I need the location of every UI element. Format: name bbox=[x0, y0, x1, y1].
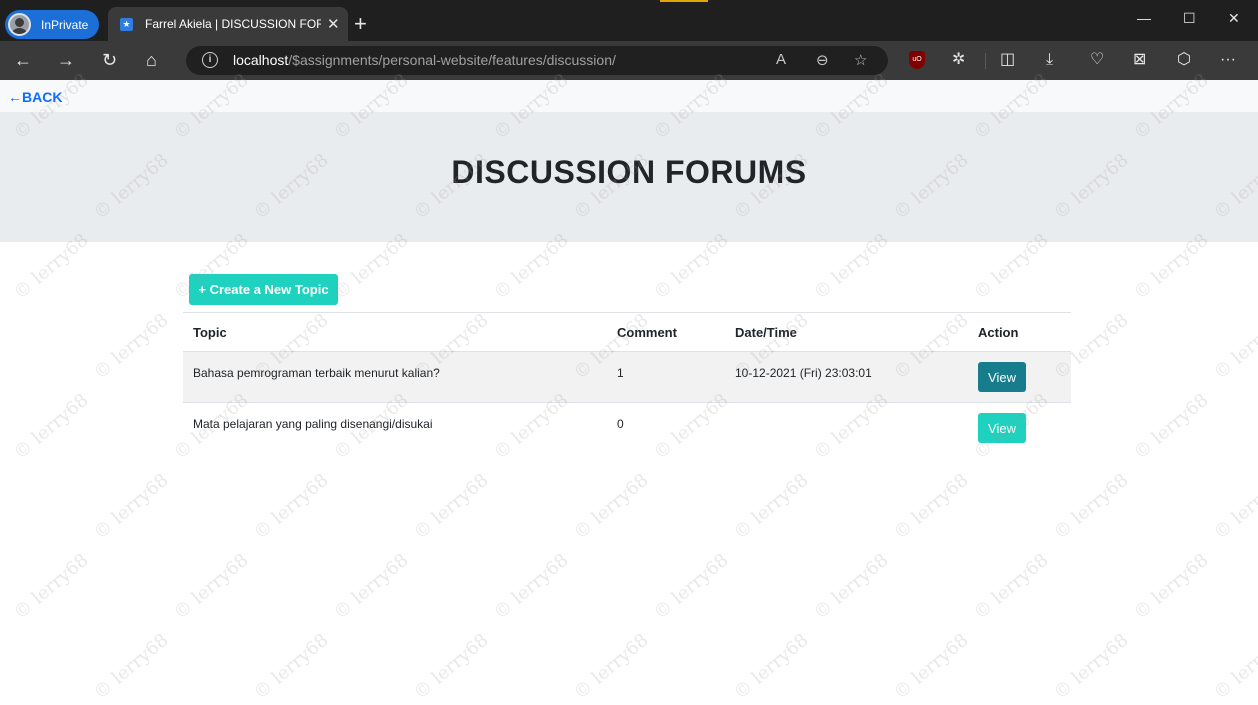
table-header-row: Topic Comment Date/Time Action bbox=[183, 312, 1071, 352]
star-icon: ★ bbox=[120, 17, 133, 31]
window-close-icon[interactable]: ✕ bbox=[1228, 10, 1240, 27]
more-menu-icon[interactable]: ··· bbox=[1220, 51, 1236, 69]
download-icon[interactable]: ⤓ bbox=[1046, 51, 1053, 69]
topic-cell: Mata pelajaran yang paling disenangi/dis… bbox=[193, 417, 433, 431]
header-datetime: Date/Time bbox=[725, 312, 968, 352]
shield-extension-icon[interactable]: ⬡ bbox=[1177, 51, 1191, 69]
ublock-extension-icon[interactable]: uO bbox=[909, 51, 925, 69]
home-icon[interactable]: ⌂ bbox=[146, 49, 157, 71]
refresh-icon[interactable]: ↻ bbox=[102, 49, 117, 71]
split-screen-icon[interactable]: ◫ bbox=[1000, 51, 1015, 69]
topics-table: Topic Comment Date/Time Action Bahasa pe… bbox=[183, 312, 1071, 454]
browser-toolbar: ← → ↻ ⌂ i localhost/$assignments/persona… bbox=[0, 41, 1258, 80]
tab-bar: InPrivate ★ Farrel Akiela | DISCUSSION F… bbox=[0, 0, 1258, 41]
view-button[interactable]: View bbox=[978, 413, 1026, 443]
action-cell: View bbox=[968, 403, 1071, 454]
page-title: DISCUSSION FORUMS bbox=[451, 154, 807, 190]
back-link[interactable]: ←BACK bbox=[8, 89, 62, 105]
toolbar-divider bbox=[985, 53, 986, 69]
back-bar: ←BACK bbox=[0, 80, 1258, 112]
tab-close-icon[interactable]: ✕ bbox=[327, 15, 340, 33]
address-bar[interactable]: i localhost/$assignments/personal-websit… bbox=[186, 46, 888, 75]
inprivate-badge[interactable]: InPrivate bbox=[5, 10, 99, 39]
action-cell: View bbox=[968, 351, 1071, 403]
create-topic-button[interactable]: + Create a New Topic bbox=[189, 274, 338, 305]
new-tab-icon[interactable]: + bbox=[354, 13, 367, 35]
active-tab[interactable]: ★ Farrel Akiela | DISCUSSION FORUMS ✕ bbox=[108, 7, 348, 41]
forward-arrow-icon[interactable]: → bbox=[57, 49, 75, 71]
table-row: Mata pelajaran yang paling disenangi/dis… bbox=[183, 403, 1071, 454]
math-solver-icon[interactable]: ⊠ bbox=[1133, 51, 1146, 69]
header-banner: DISCUSSION FORUMS bbox=[0, 112, 1258, 242]
header-topic: Topic bbox=[183, 312, 607, 352]
url-host: localhost bbox=[233, 52, 289, 68]
maximize-icon[interactable]: ☐ bbox=[1183, 10, 1196, 27]
comment-count-cell: 1 bbox=[607, 351, 725, 403]
back-arrow-icon[interactable]: ← bbox=[14, 49, 32, 71]
inprivate-label: InPrivate bbox=[41, 17, 89, 32]
page-content: ←BACK DISCUSSION FORUMS + Create a New T… bbox=[0, 80, 1258, 705]
url-path: /$assignments/personal-website/features/… bbox=[288, 52, 616, 68]
table-row: Bahasa pemrograman terbaik menurut kalia… bbox=[183, 351, 1071, 403]
browser-essentials-icon[interactable]: ♡ bbox=[1090, 51, 1104, 69]
url-text[interactable]: localhost/$assignments/personal-website/… bbox=[233, 52, 616, 68]
datetime-cell: 10-12-2021 (Fri) 23:03:01 bbox=[725, 351, 968, 403]
tab-accent-line bbox=[660, 0, 708, 2]
minimize-icon[interactable]: — bbox=[1137, 10, 1151, 26]
topic-cell: Bahasa pemrograman terbaik menurut kalia… bbox=[183, 351, 607, 403]
read-aloud-icon[interactable]: A bbox=[776, 51, 786, 68]
zoom-icon[interactable]: ⊖ bbox=[816, 51, 829, 69]
profile-avatar bbox=[8, 13, 31, 36]
comment-count-cell: 0 bbox=[617, 417, 624, 431]
info-icon[interactable]: i bbox=[202, 52, 218, 68]
header-comment: Comment bbox=[607, 312, 725, 352]
favorite-star-icon[interactable]: ☆ bbox=[854, 51, 867, 69]
datetime-cell bbox=[725, 403, 968, 454]
extensions-icon[interactable]: ✲ bbox=[952, 51, 965, 69]
browser-window: InPrivate ★ Farrel Akiela | DISCUSSION F… bbox=[0, 0, 1258, 705]
view-button[interactable]: View bbox=[978, 362, 1026, 392]
tab-title: Farrel Akiela | DISCUSSION FORUMS bbox=[145, 17, 321, 31]
header-action: Action bbox=[968, 312, 1071, 352]
